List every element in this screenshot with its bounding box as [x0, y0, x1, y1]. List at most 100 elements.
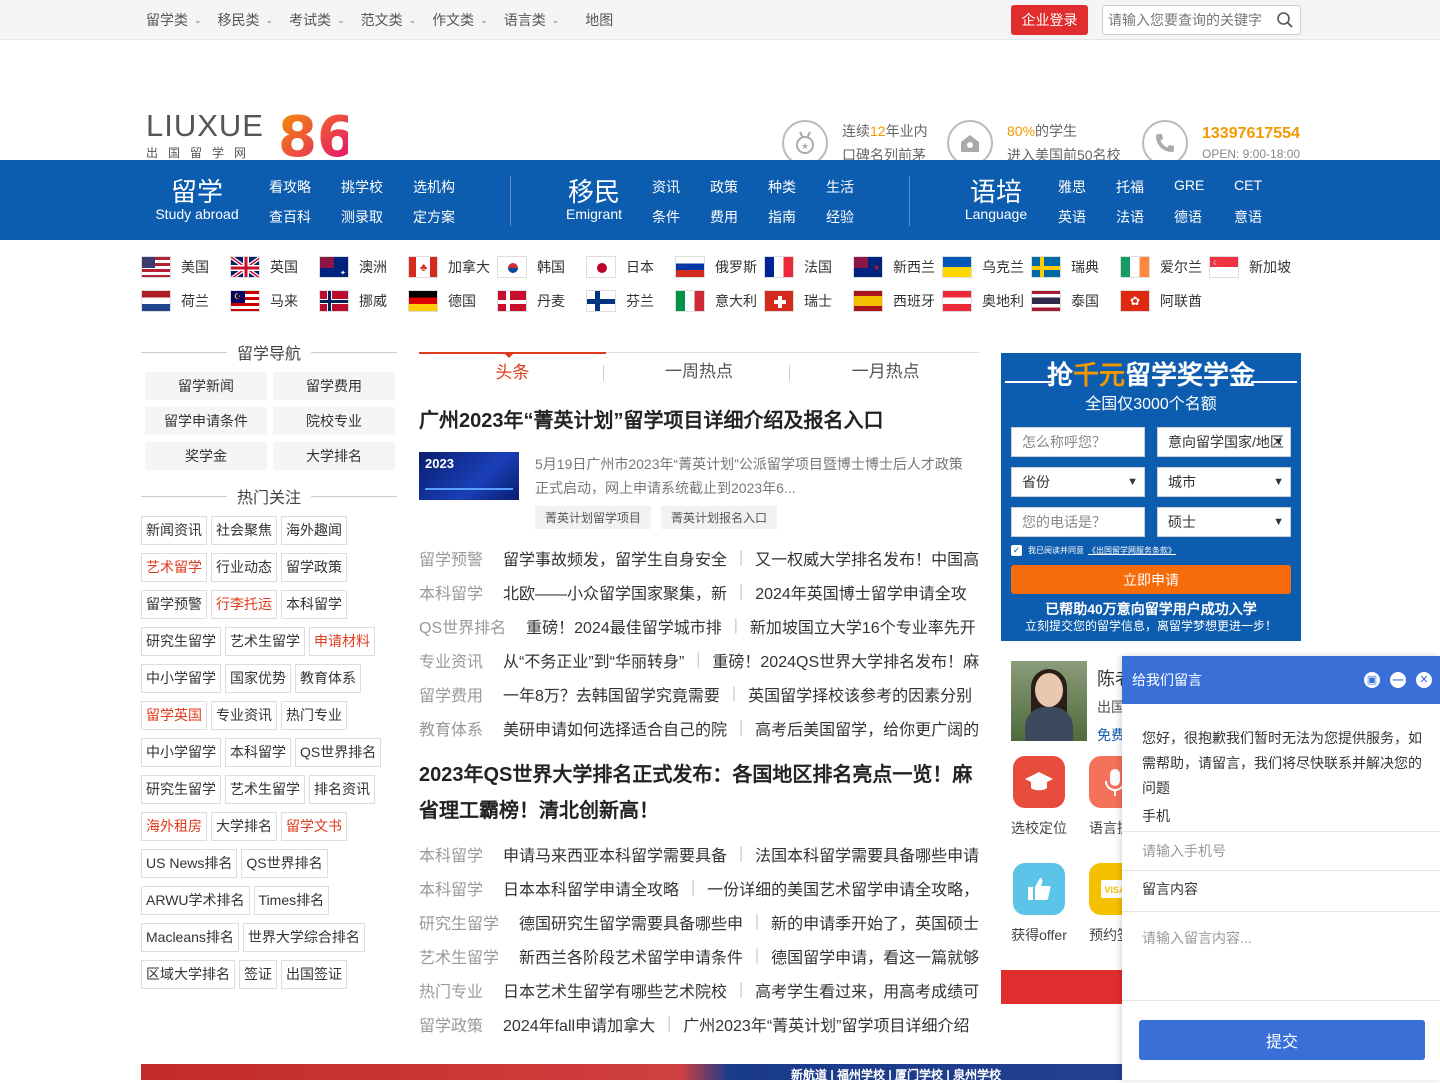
language-link[interactable]: 意语	[1234, 207, 1262, 227]
news-category[interactable]: 留学费用	[419, 682, 483, 706]
city-select[interactable]: 城市 ▼	[1157, 467, 1291, 497]
flag-link[interactable]: 瑞典	[1031, 256, 1120, 278]
flag-link[interactable]: ✿ 阿联酋	[1120, 290, 1209, 312]
news-link[interactable]: 留学事故频发，留学生自身安全	[503, 546, 727, 570]
hotline-number[interactable]: 13397617554	[1202, 125, 1300, 143]
hot-tag[interactable]: 留学英国	[141, 701, 207, 730]
topnav-item-essay[interactable]: 作文类 ⌄	[432, 10, 488, 30]
hot-tag[interactable]: 海外租房	[141, 812, 207, 841]
emigrant-link[interactable]: 种类	[768, 177, 796, 197]
language-link[interactable]: 雅思	[1058, 177, 1086, 197]
hot-tag[interactable]: 留学预警	[141, 590, 207, 619]
hot-tag[interactable]: 教育体系	[295, 664, 361, 693]
widget-phone-input[interactable]	[1122, 832, 1440, 870]
hot-tag[interactable]: 签证	[239, 960, 277, 989]
news-category[interactable]: 热门专业	[419, 978, 483, 1002]
news-link[interactable]: 一份详细的美国艺术留学申请全攻略，	[707, 876, 979, 900]
language-link[interactable]: GRE	[1174, 177, 1204, 193]
hot-tag[interactable]: 出国签证	[281, 960, 347, 989]
news-link[interactable]: 德国研究生留学需要具备哪些申	[519, 910, 743, 934]
hot-tag[interactable]: 申请材料	[309, 627, 375, 656]
flag-link[interactable]: 挪威	[319, 290, 408, 312]
topnav-item-exam[interactable]: 考试类 ⌄	[289, 10, 345, 30]
news-category[interactable]: 教育体系	[419, 716, 483, 740]
flag-link[interactable]: 韩国	[497, 256, 586, 278]
headline-title[interactable]: 广州2023年“菁英计划”留学项目详细介绍及报名入口	[419, 406, 979, 436]
hot-tag[interactable]: Macleans排名	[141, 923, 239, 952]
language-link[interactable]: CET	[1234, 177, 1262, 193]
news-category[interactable]: QS世界排名	[419, 614, 506, 638]
service-offer[interactable]: 获得offer	[1009, 863, 1069, 945]
news-link[interactable]: 美研申请如何选择适合自己的院	[503, 716, 727, 740]
flag-link[interactable]: ★ 新西兰	[853, 256, 942, 278]
news-category[interactable]: 留学预警	[419, 546, 483, 570]
language-link[interactable]: 托福	[1116, 177, 1144, 197]
emigrant-link[interactable]: 条件	[652, 207, 680, 227]
topnav-item-samples[interactable]: 范文类 ⌄	[361, 10, 417, 30]
study-link[interactable]: 选机构	[413, 177, 455, 197]
flag-link[interactable]: 美国	[141, 256, 230, 278]
emigrant-link[interactable]: 资讯	[652, 177, 680, 197]
featured-tag[interactable]: 菁英计划报名入口	[661, 506, 778, 529]
flag-link[interactable]: 日本	[586, 256, 675, 278]
province-select[interactable]: 省份 ▼	[1011, 467, 1145, 497]
flag-link[interactable]: 丹麦	[497, 290, 586, 312]
flag-link[interactable]: 俄罗斯	[675, 256, 764, 278]
flag-link[interactable]: 爱尔兰	[1120, 256, 1209, 278]
hot-tag[interactable]: 世界大学综合排名	[242, 923, 365, 952]
minimize-icon[interactable]: —	[1390, 672, 1406, 688]
flag-link[interactable]: ☾ 新加坡	[1209, 256, 1298, 278]
study-link[interactable]: 看攻略	[269, 177, 311, 197]
news-link[interactable]: 新加坡国立大学16个专业率先开	[750, 614, 976, 638]
hot-tag[interactable]: 海外趣闻	[281, 516, 347, 545]
flag-link[interactable]: 英国	[230, 256, 319, 278]
hot-tag[interactable]: 行李托运	[211, 590, 277, 619]
restore-icon[interactable]: ▣	[1364, 672, 1380, 688]
news-link[interactable]: 北欧——小众留学国家聚集，新	[503, 580, 727, 604]
topnav-item-emigration[interactable]: 移民类 ⌄	[218, 10, 274, 30]
hot-tag[interactable]: 本科留学	[225, 738, 291, 767]
tab-monthly-hot[interactable]: 一月热点	[792, 353, 979, 386]
hot-tag[interactable]: 艺术留学	[141, 553, 207, 582]
featured-tag[interactable]: 菁英计划留学项目	[535, 506, 652, 529]
study-link[interactable]: 挑学校	[341, 177, 383, 197]
apply-button[interactable]: 立即申请	[1011, 565, 1291, 594]
hot-tag[interactable]: 本科留学	[281, 590, 347, 619]
hot-tag[interactable]: 专业资讯	[211, 701, 277, 730]
news-link[interactable]: 高考后美国留学，给你更广阔的	[755, 716, 979, 740]
hot-tag[interactable]: QS世界排名	[241, 849, 328, 878]
news-link[interactable]: 英国留学择校该参考的因素分别	[748, 682, 972, 706]
flag-link[interactable]: 泰国	[1031, 290, 1120, 312]
service-school-selection[interactable]: 选校定位	[1009, 756, 1069, 838]
flag-link[interactable]: 芬兰	[586, 290, 675, 312]
hot-tag[interactable]: ARWU学术排名	[141, 886, 250, 915]
topnav-item-map[interactable]: 地图	[585, 10, 613, 30]
news-link[interactable]: 广州2023年“菁英计划”留学项目详细介绍	[683, 1012, 969, 1036]
study-nav-item[interactable]: 留学费用	[273, 372, 395, 400]
news-category[interactable]: 艺术生留学	[419, 944, 499, 968]
language-link[interactable]: 德语	[1174, 207, 1202, 227]
phone-input[interactable]: 您的电话是？	[1011, 507, 1145, 537]
hot-tag[interactable]: 新闻资讯	[141, 516, 207, 545]
hot-tag[interactable]: 研究生留学	[141, 775, 221, 804]
news-link[interactable]: 日本本科留学申请全攻略	[503, 876, 679, 900]
hot-tag[interactable]: 艺术生留学	[225, 627, 305, 656]
terms-link[interactable]: 《出国留学网服务条款》	[1088, 545, 1176, 556]
hot-tag[interactable]: 排名资讯	[309, 775, 375, 804]
news-link[interactable]: 一年8万？去韩国留学究竟需要	[503, 682, 720, 706]
study-nav-item[interactable]: 奖学金	[145, 442, 267, 470]
study-link[interactable]: 查百科	[269, 207, 311, 227]
news-link[interactable]: 申请马来西亚本科留学需要具备	[503, 842, 727, 866]
corporate-login-button[interactable]: 企业登录	[1011, 5, 1088, 35]
hot-tag[interactable]: QS世界排名	[295, 738, 382, 767]
headline-title-2[interactable]: 2023年QS世界大学排名正式发布：各国地区排名亮点一览！麻省理工霸榜！清北创新…	[419, 757, 979, 829]
news-category[interactable]: 留学政策	[419, 1012, 483, 1036]
hot-tag[interactable]: 中小学留学	[141, 738, 221, 767]
flag-link[interactable]: 意大利	[675, 290, 764, 312]
hot-tag[interactable]: 国家优势	[225, 664, 291, 693]
news-link[interactable]: 新西兰各阶段艺术留学申请条件	[519, 944, 743, 968]
hot-tag[interactable]: 留学政策	[281, 553, 347, 582]
terms-checkbox[interactable]: ✓	[1011, 545, 1022, 556]
hot-tag[interactable]: 行业动态	[211, 553, 277, 582]
news-link[interactable]: 又一权威大学排名发布！中国高	[755, 546, 979, 570]
